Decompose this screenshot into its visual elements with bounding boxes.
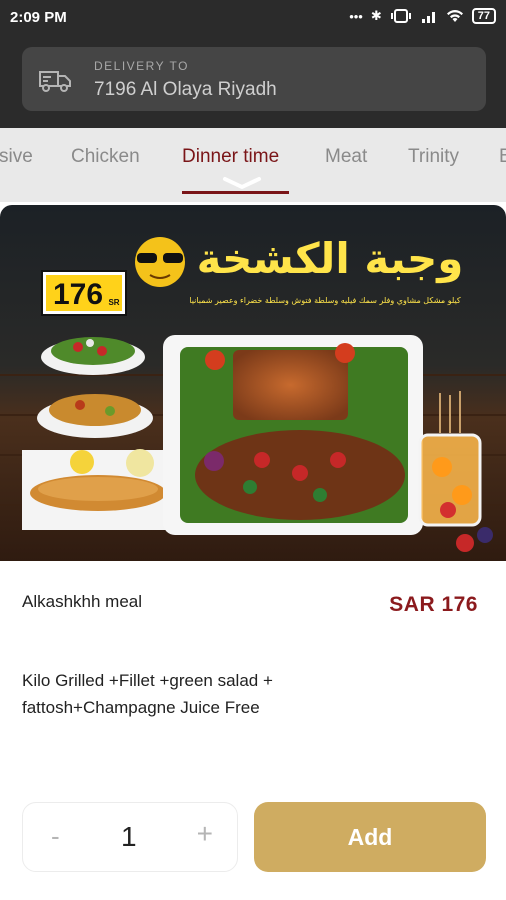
wifi-icon bbox=[446, 10, 463, 22]
signal-icon bbox=[421, 12, 435, 23]
active-tab-indicator bbox=[182, 191, 289, 194]
notification-dots-icon: ••• bbox=[349, 8, 363, 24]
sunglasses-emoji-icon bbox=[135, 237, 185, 287]
status-bar: 2:09 PM ••• ✱ 77 bbox=[0, 0, 506, 36]
bluetooth-icon: ✱ bbox=[370, 8, 382, 23]
tab-dinner-time[interactable]: Dinner time bbox=[182, 146, 279, 168]
tab-trinity[interactable]: Trinity bbox=[408, 146, 459, 168]
delivery-label: DELIVERY TO bbox=[94, 59, 189, 73]
item-price: SAR 176 bbox=[389, 593, 478, 616]
tab-chicken[interactable]: Chicken bbox=[71, 146, 140, 168]
chevron-down-icon[interactable] bbox=[222, 176, 262, 190]
price-badge: 176 SR bbox=[41, 270, 127, 316]
battery-icon: 77 bbox=[471, 8, 496, 24]
promo-arabic-title: وجبة الكشخة bbox=[197, 234, 464, 284]
vibrate-icon bbox=[390, 9, 411, 23]
tab-meat[interactable]: Meat bbox=[325, 146, 367, 168]
tab-next[interactable]: B bbox=[499, 146, 506, 168]
quantity-stepper: - 1 + bbox=[22, 802, 238, 872]
price-badge-value: 176 bbox=[53, 278, 103, 311]
promo-arabic-subtitle: كيلو مشكل مشاوي وفلر سمك فيليه وسلطة فتو… bbox=[189, 296, 461, 305]
item-name: Alkashkhh meal bbox=[22, 592, 143, 611]
app-header: DELIVERY TO 7196 Al Olaya Riyadh bbox=[0, 36, 506, 128]
delivery-truck-icon bbox=[39, 71, 71, 92]
tab-exclusive[interactable]: sive bbox=[0, 146, 33, 168]
product-detail-card: وجبة الكشخة كيلو مشكل مشاوي وفلر سمك فيل… bbox=[0, 205, 506, 900]
status-time: 2:09 PM bbox=[10, 9, 67, 26]
status-icons: ••• ✱ 77 bbox=[349, 8, 496, 24]
category-tabs: sive Chicken Dinner time Meat Trinity B bbox=[0, 128, 506, 202]
delivery-address: 7196 Al Olaya Riyadh bbox=[94, 79, 277, 100]
item-description: Kilo Grilled +Fillet +green salad + fatt… bbox=[22, 671, 273, 717]
meal-promo-image: وجبة الكشخة كيلو مشكل مشاوي وفلر سمك فيل… bbox=[0, 205, 506, 561]
quantity-value: 1 bbox=[121, 821, 137, 852]
price-badge-unit: SR bbox=[108, 298, 119, 307]
increase-quantity-button[interactable]: + bbox=[197, 818, 213, 850]
add-to-cart-button[interactable]: Add bbox=[254, 802, 486, 872]
decrease-quantity-button[interactable]: - bbox=[51, 821, 60, 852]
delivery-location-selector[interactable]: DELIVERY TO 7196 Al Olaya Riyadh bbox=[22, 47, 486, 111]
